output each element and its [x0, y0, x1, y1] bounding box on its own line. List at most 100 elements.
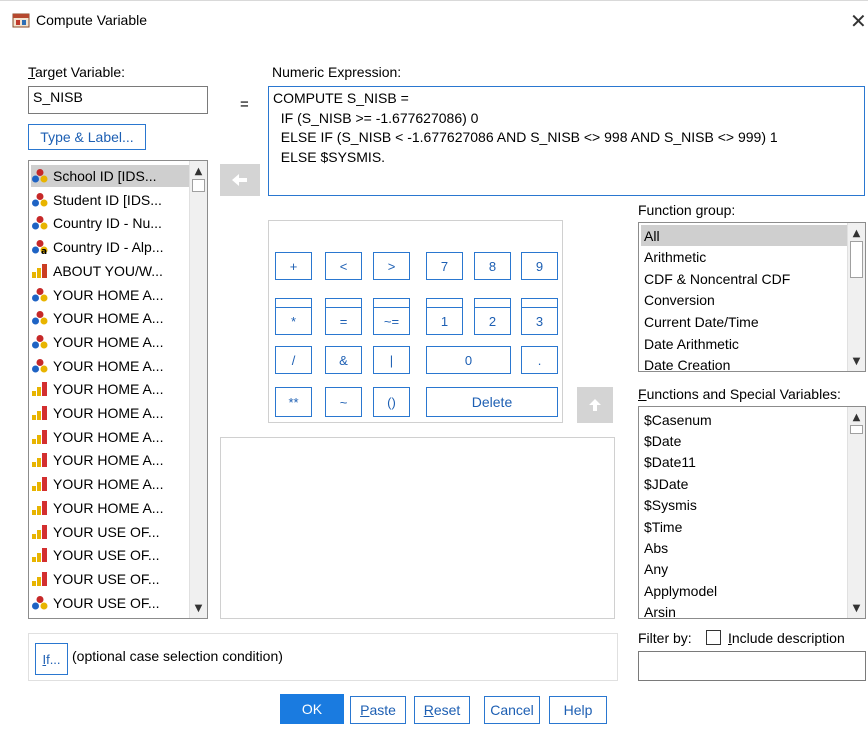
key-and[interactable]: & [325, 346, 362, 374]
function-item[interactable]: $JDate [641, 473, 847, 494]
key-not-equal[interactable]: ~= [373, 307, 410, 335]
function-item[interactable]: Any [641, 559, 847, 580]
key-9[interactable]: 9 [521, 252, 558, 280]
window-title: Compute Variable [36, 12, 148, 28]
variable-list[interactable]: ▲ ▼ School ID [IDS... Student ID [IDS... C… [28, 160, 208, 619]
variable-list-item[interactable]: YOUR HOME A... [31, 355, 189, 377]
include-description-checkbox[interactable] [706, 630, 721, 645]
numeric-expression-textarea[interactable]: COMPUTE S_NISB = IF (S_NISB >= -1.677627… [268, 86, 865, 196]
nominal-icon [31, 215, 49, 231]
move-to-expression-button[interactable] [220, 164, 260, 196]
variable-list-item[interactable]: YOUR HOME A... [31, 426, 189, 448]
scroll-down-icon[interactable]: ▼ [849, 353, 864, 369]
key-equal[interactable]: = [325, 307, 362, 335]
key-3[interactable]: 3 [521, 307, 558, 335]
key-greater-than[interactable]: > [373, 252, 410, 280]
function-item[interactable]: $Date11 [641, 452, 847, 473]
variable-label: YOUR HOME A... [53, 405, 164, 421]
function-group-item[interactable]: All [641, 225, 847, 246]
variable-list-item[interactable]: YOUR HOME A... [31, 473, 189, 495]
function-item[interactable]: Arsin [641, 602, 847, 618]
variable-list-item[interactable]: YOUR USE OF... [31, 568, 189, 590]
scroll-up-icon[interactable]: ▲ [849, 225, 864, 241]
reset-button[interactable]: Reset [414, 696, 470, 724]
scroll-down-icon[interactable]: ▼ [849, 600, 864, 616]
variable-list-scrollbar[interactable]: ▲ ▼ [189, 161, 207, 618]
arrow-left-icon [232, 174, 247, 186]
variable-list-item[interactable]: Country ID - Nu... [31, 212, 189, 234]
arrow-up-icon [589, 399, 601, 411]
paste-button[interactable]: Paste [350, 696, 406, 724]
scroll-up-icon[interactable]: ▲ [191, 163, 206, 179]
variable-list-item[interactable]: YOUR USE OF... [31, 544, 189, 566]
help-button[interactable]: Help [549, 696, 607, 724]
variable-list-item[interactable]: YOUR HOME A... [31, 497, 189, 519]
functions-list[interactable]: ▲ ▼ $Casenum $Date $Date11 $JDate $Sysmis $Ti… [638, 406, 866, 619]
function-group-item[interactable]: CDF & Noncentral CDF [641, 268, 847, 289]
function-group-label: Function group: [638, 202, 736, 218]
function-item[interactable]: $Casenum [641, 409, 847, 430]
function-group-item[interactable]: Conversion [641, 290, 847, 311]
type-label-button[interactable]: Type & Label... [28, 124, 146, 150]
variable-list-item[interactable]: YOUR HOME A... [31, 402, 189, 424]
variable-list-item[interactable]: Student ID [IDS... [31, 189, 189, 211]
variable-list-item[interactable]: YOUR USE OF... [31, 521, 189, 543]
scroll-up-icon[interactable]: ▲ [849, 409, 864, 425]
function-item[interactable]: $Time [641, 516, 847, 537]
key-1[interactable]: 1 [426, 307, 463, 335]
expression-line: ELSE IF (S_NISB < -1.677627086 AND S_NIS… [273, 129, 778, 145]
function-item[interactable]: $Date [641, 430, 847, 451]
nominal-icon [31, 310, 49, 326]
ordinal-icon [31, 381, 49, 397]
functions-scrollbar[interactable]: ▲ ▼ [847, 407, 865, 618]
key-8[interactable]: 8 [474, 252, 511, 280]
function-group-item[interactable]: Arithmetic [641, 247, 847, 268]
key-0[interactable]: 0 [426, 346, 511, 374]
variable-list-item[interactable]: ABOUT YOU/W... [31, 260, 189, 282]
function-group-item[interactable]: Date Arithmetic [641, 333, 847, 354]
key-parentheses[interactable]: () [373, 387, 410, 417]
key-less-than[interactable]: < [325, 252, 362, 280]
function-item[interactable]: Abs [641, 537, 847, 558]
ordinal-icon [31, 452, 49, 468]
ordinal-icon [31, 547, 49, 563]
key-delete[interactable]: Delete [426, 387, 558, 417]
key-7[interactable]: 7 [426, 252, 463, 280]
scroll-thumb[interactable] [850, 241, 863, 278]
key-multiply[interactable]: * [275, 307, 312, 335]
variable-list-item[interactable]: YOUR HOME A... [31, 307, 189, 329]
variable-list-item[interactable]: YOUR USE OF... [31, 592, 189, 614]
scroll-thumb[interactable] [192, 179, 205, 192]
variable-list-item[interactable]: YOUR HOME A... [31, 284, 189, 306]
key-plus[interactable]: + [275, 252, 312, 280]
function-group-list[interactable]: ▲ ▼ All Arithmetic CDF & Noncentral CDF Con… [638, 222, 866, 372]
function-item[interactable]: Applymodel [641, 580, 847, 601]
function-group-item[interactable]: Date Creation [641, 355, 847, 371]
cancel-button[interactable]: Cancel [484, 696, 540, 724]
variable-label: YOUR HOME A... [53, 476, 164, 493]
filter-input[interactable] [638, 651, 866, 681]
variable-list-item[interactable]: YOUR HOME A... [31, 449, 189, 471]
ok-button[interactable]: OK [280, 694, 344, 724]
variable-list-item[interactable]: School ID [IDS... [31, 165, 189, 187]
scroll-thumb[interactable] [850, 425, 863, 434]
key-not[interactable]: ~ [325, 387, 362, 417]
key-2[interactable]: 2 [474, 307, 511, 335]
function-group-scrollbar[interactable]: ▲ ▼ [847, 223, 865, 371]
key-or[interactable]: | [373, 346, 410, 374]
scroll-down-icon[interactable]: ▼ [191, 600, 206, 616]
if-button[interactable]: If... [35, 643, 68, 675]
function-item[interactable]: $Sysmis [641, 495, 847, 516]
target-variable-input[interactable]: S_NISB [28, 86, 208, 114]
key-power[interactable]: ** [275, 387, 312, 417]
variable-list-item[interactable]: YOUR HOME A... [31, 378, 189, 400]
close-icon[interactable]: ✕ [850, 9, 867, 33]
variable-label: YOUR HOME A... [53, 452, 164, 469]
key-decimal[interactable]: . [521, 346, 558, 374]
key-divide[interactable]: / [275, 346, 312, 374]
variable-list-item[interactable]: YOUR HOME A... [31, 331, 189, 353]
function-group-item[interactable]: Current Date/Time [641, 311, 847, 332]
variable-label: YOUR HOME A... [53, 286, 164, 303]
move-function-button[interactable] [577, 387, 613, 423]
variable-list-item[interactable]: a Country ID - Alp... [31, 236, 189, 258]
